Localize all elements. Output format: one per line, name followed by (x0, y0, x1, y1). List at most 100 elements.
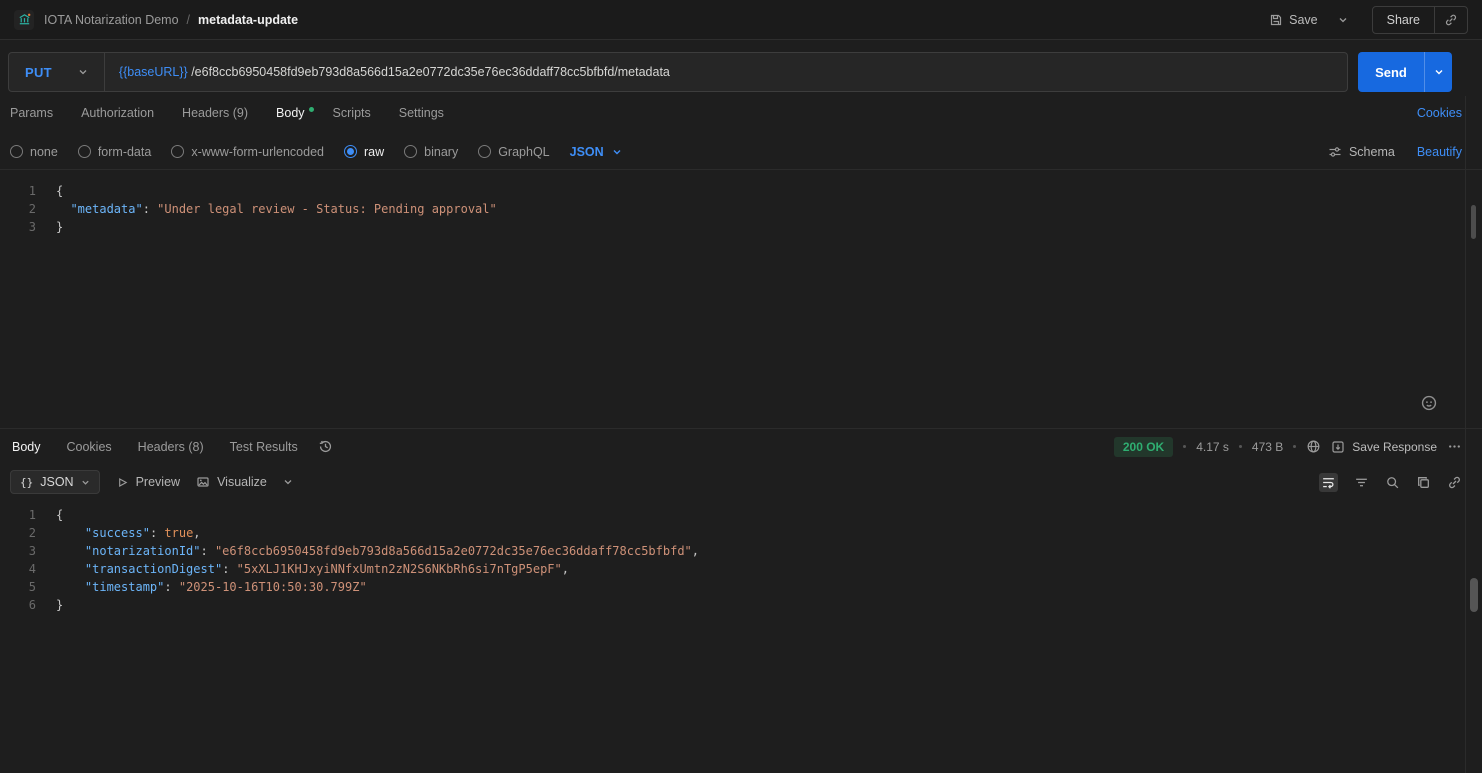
response-tab-test-results[interactable]: Test Results (230, 440, 298, 454)
radio-label: GraphQL (498, 145, 549, 159)
response-meta: 200 OK 4.17 s 473 B Save Response (1114, 437, 1462, 457)
url-box: PUT {{baseURL}} /e6f8ccb6950458fd9eb793d… (8, 52, 1348, 92)
code-line: 5 "timestamp": "2025-10-16T10:50:30.799Z… (0, 578, 1482, 596)
url-path: /e6f8ccb6950458fd9eb793d8a566d15a2e0772d… (191, 65, 670, 79)
url-variable: {{baseURL}} (119, 65, 188, 79)
toolbar-chevron-icon[interactable] (283, 477, 293, 487)
tab-params[interactable]: Params (10, 106, 53, 120)
cookies-link[interactable]: Cookies (1417, 106, 1462, 120)
meta-separator (1293, 445, 1296, 448)
request-tabs: Params Authorization Headers (9) Body Sc… (0, 92, 1482, 134)
request-url-row: PUT {{baseURL}} /e6f8ccb6950458fd9eb793d… (8, 52, 1452, 92)
preview-button[interactable]: Preview (116, 475, 180, 489)
body-modified-dot (309, 107, 314, 112)
response-format-select[interactable]: {} JSON (10, 470, 100, 494)
postman-app: { "colors": { "bg": "#1e1e1e", "accent":… (0, 0, 1482, 773)
response-toolbar: {} JSON Preview Visualize (0, 464, 1482, 500)
response-time[interactable]: 4.17 s (1196, 440, 1229, 454)
save-label: Save (1289, 13, 1318, 27)
response-history-icon[interactable] (318, 439, 333, 454)
radio-icon (171, 145, 184, 158)
tab-settings[interactable]: Settings (399, 106, 444, 120)
beautify-button[interactable]: Beautify (1417, 145, 1462, 159)
radio-label: form-data (98, 145, 152, 159)
method-select[interactable]: PUT (9, 53, 105, 91)
visualize-label: Visualize (217, 475, 267, 489)
body-type-binary[interactable]: binary (404, 145, 458, 159)
method-chevron-icon (78, 67, 88, 77)
send-options-chevron-icon[interactable] (1424, 52, 1452, 92)
code-line: 2 "metadata": "Under legal review - Stat… (0, 200, 1482, 218)
request-body-editor[interactable]: 1{2 "metadata": "Under legal review - St… (0, 170, 1482, 428)
response-editor-scrollbar[interactable] (1470, 578, 1478, 612)
body-type-raw[interactable]: raw (344, 145, 384, 159)
language-chevron-icon (612, 147, 622, 157)
radio-icon (344, 145, 357, 158)
breadcrumb-separator: / (187, 13, 190, 27)
share-button[interactable]: Share (1373, 13, 1434, 27)
body-type-none[interactable]: none (10, 145, 58, 159)
url-input[interactable]: {{baseURL}} /e6f8ccb6950458fd9eb793d8a56… (105, 65, 1347, 79)
language-select[interactable]: JSON (570, 145, 622, 159)
body-type-row: none form-data x-www-form-urlencoded raw… (0, 134, 1482, 170)
save-button[interactable]: Save (1263, 9, 1324, 31)
send-label: Send (1358, 65, 1424, 80)
response-size[interactable]: 473 B (1252, 440, 1283, 454)
breadcrumb: IOTA Notarization Demo / metadata-update (44, 13, 298, 27)
response-tab-cookies[interactable]: Cookies (67, 440, 112, 454)
body-row-right: Schema Beautify (1328, 145, 1462, 159)
tab-headers[interactable]: Headers (9) (182, 106, 248, 120)
body-type-graphql[interactable]: GraphQL (478, 145, 549, 159)
play-icon (116, 476, 129, 489)
code-line: 3 "notarizationId": "e6f8ccb6950458fd9eb… (0, 542, 1482, 560)
radio-icon (478, 145, 491, 158)
response-tab-body[interactable]: Body (12, 440, 41, 454)
visualize-button[interactable]: Visualize (196, 475, 267, 489)
workspace-icon[interactable] (14, 10, 34, 30)
response-body-panel: {} JSON Preview Visualize (0, 464, 1482, 737)
response-header: Body Cookies Headers (8) Test Results 20… (0, 428, 1482, 464)
radio-label: raw (364, 145, 384, 159)
status-badge[interactable]: 200 OK (1114, 437, 1173, 457)
preview-label: Preview (136, 475, 180, 489)
code-line: 1{ (0, 506, 1482, 524)
code-line: 3} (0, 218, 1482, 236)
save-options-chevron-icon[interactable] (1334, 11, 1352, 29)
response-toolbar-right (1319, 473, 1462, 492)
schema-button[interactable]: Schema (1328, 145, 1395, 159)
body-type-urlencoded[interactable]: x-www-form-urlencoded (171, 145, 324, 159)
topbar: IOTA Notarization Demo / metadata-update… (0, 0, 1482, 40)
code-line: 4 "transactionDigest": "5xXLJ1KHJxyiNNfx… (0, 560, 1482, 578)
send-button[interactable]: Send (1358, 52, 1452, 92)
code-line: 6} (0, 596, 1482, 614)
wrap-text-icon[interactable] (1319, 473, 1338, 492)
method-label: PUT (25, 65, 52, 80)
radio-label: x-www-form-urlencoded (191, 145, 324, 159)
format-chevron-icon (81, 478, 90, 487)
tab-body[interactable]: Body (276, 106, 305, 120)
schema-label: Schema (1349, 145, 1395, 159)
response-body-viewer[interactable]: 1{2 "success": true,3 "notarizationId": … (0, 500, 1482, 737)
radio-icon (10, 145, 23, 158)
share-split-button: Share (1372, 6, 1468, 34)
copy-link-icon[interactable] (1435, 13, 1467, 27)
image-icon (196, 475, 210, 489)
response-format-label: JSON (40, 475, 73, 489)
radio-label: binary (424, 145, 458, 159)
breadcrumb-workspace[interactable]: IOTA Notarization Demo (44, 13, 179, 27)
request-editor-scrollbar[interactable] (1471, 205, 1476, 239)
language-label: JSON (570, 145, 604, 159)
meta-separator (1239, 445, 1242, 448)
tab-authorization[interactable]: Authorization (81, 106, 154, 120)
response-tab-headers[interactable]: Headers (8) (138, 440, 204, 454)
filter-icon[interactable] (1354, 475, 1369, 490)
body-type-form-data[interactable]: form-data (78, 145, 152, 159)
meta-separator (1183, 445, 1186, 448)
search-icon[interactable] (1385, 475, 1400, 490)
code-line: 2 "success": true, (0, 524, 1482, 542)
radio-icon (404, 145, 417, 158)
link-icon[interactable] (1447, 475, 1462, 490)
tab-scripts[interactable]: Scripts (333, 106, 371, 120)
network-info-icon[interactable] (1306, 439, 1321, 454)
more-options-icon[interactable] (1447, 439, 1462, 454)
